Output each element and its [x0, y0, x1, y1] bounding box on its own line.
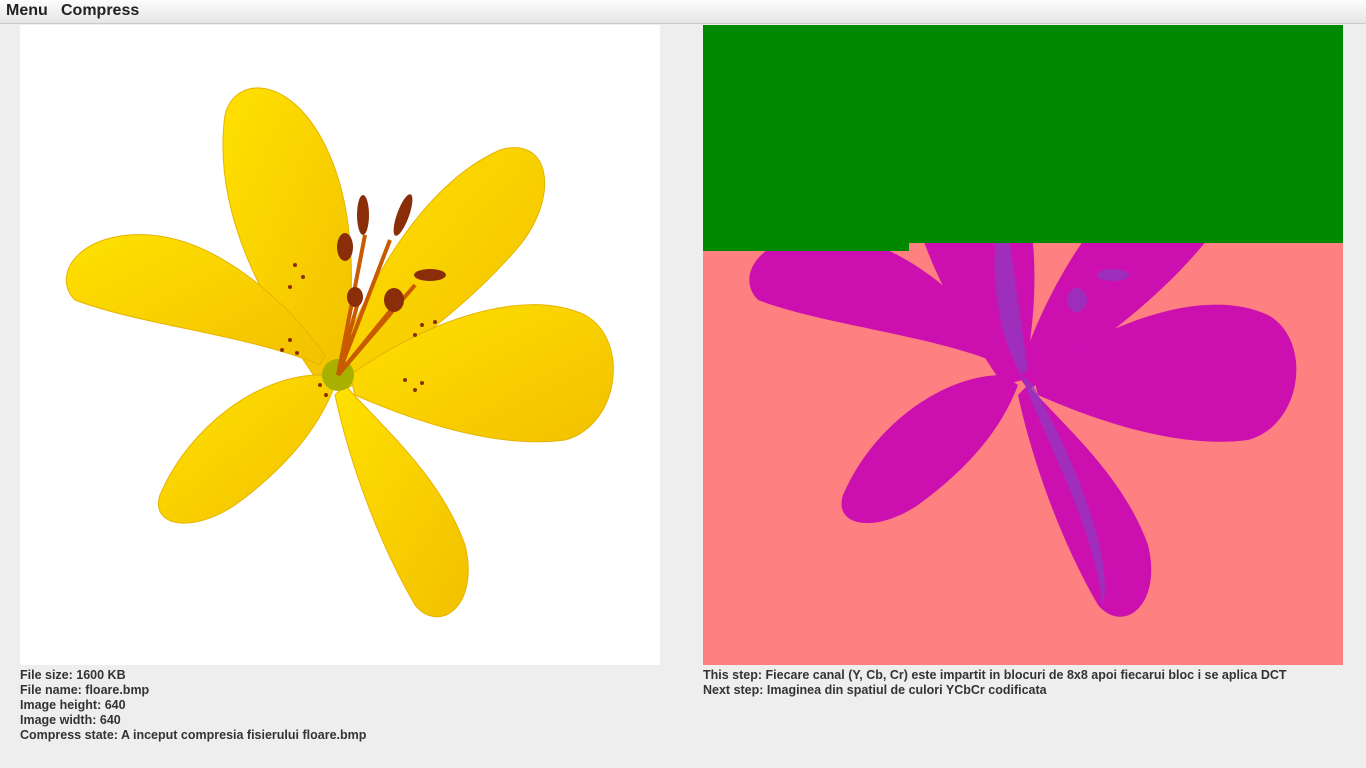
original-image-panel: [20, 25, 660, 665]
original-lily-image: [65, 87, 614, 618]
menu-menu[interactable]: Menu: [6, 2, 48, 20]
file-name-label: File name: floare.bmp: [20, 683, 150, 697]
processed-image-panel: [703, 25, 1343, 665]
menu-compress[interactable]: Compress: [61, 2, 139, 20]
next-step-label: Next step: Imaginea din spatiul de culor…: [703, 683, 1047, 697]
menu-bar: Menu Compress: [0, 0, 1366, 24]
processed-dct-region-edge: [703, 243, 909, 251]
processed-lily-image: [703, 25, 1343, 665]
this-step-label: This step: Fiecare canal (Y, Cb, Cr) est…: [703, 668, 1287, 682]
step-info: This step: Fiecare canal (Y, Cb, Cr) est…: [703, 668, 1287, 698]
compress-state-label: Compress state: A inceput compresia fisi…: [20, 728, 367, 742]
file-size-label: File size: 1600 KB: [20, 668, 126, 682]
image-height-label: Image height: 640: [20, 698, 126, 712]
image-info: File size: 1600 KB File name: floare.bmp…: [20, 668, 366, 743]
image-width-label: Image width: 640: [20, 713, 121, 727]
processed-dct-region: [703, 25, 1343, 243]
